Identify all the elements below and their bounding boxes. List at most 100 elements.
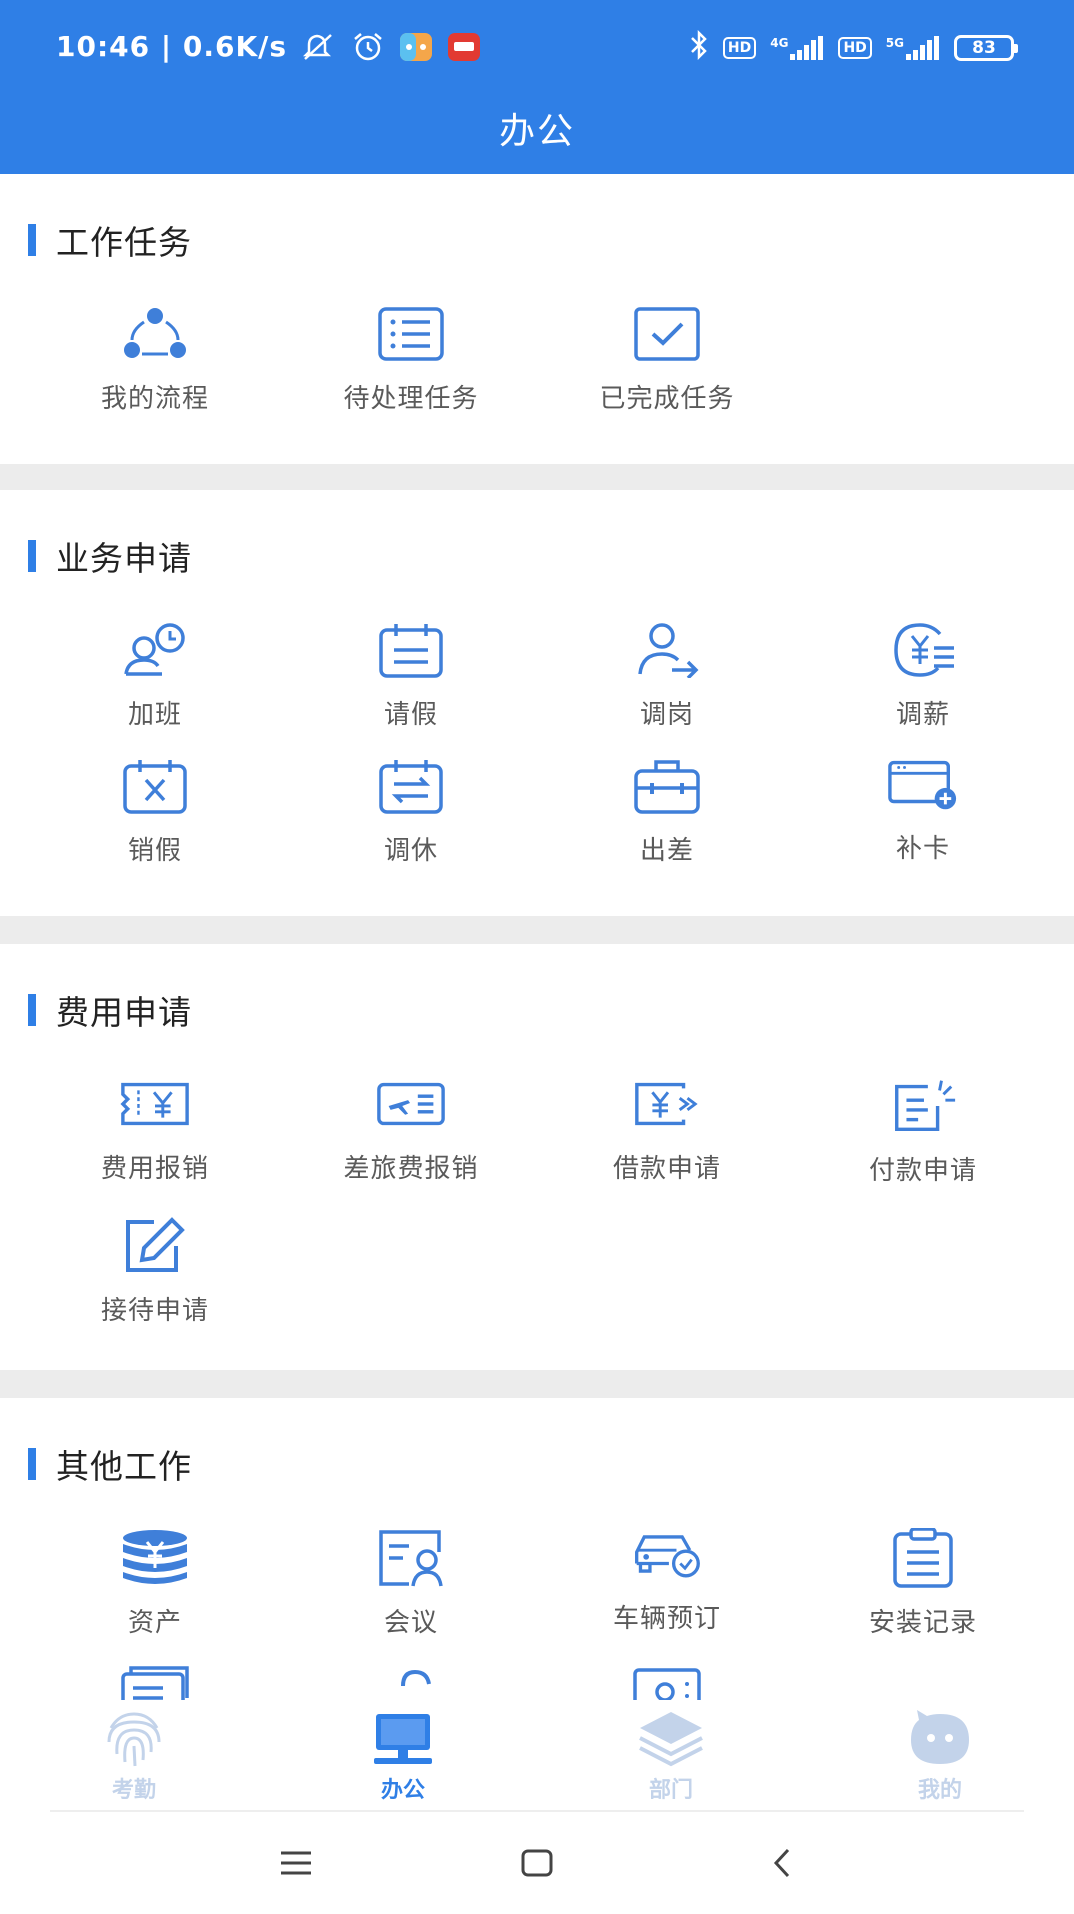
grid-item-travel-reimburse[interactable]: 差旅费报销 [283,1074,539,1185]
flight-ticket-icon [375,1074,447,1134]
grid-label: 调薪 [895,700,950,730]
section-expense: 费用申请 费用报销 差旅费报销 借款申请 付款申请 接待申请 [0,944,1074,1370]
clipboard-icon [887,1528,959,1588]
grid-item-salary[interactable]: 调薪 [795,620,1051,731]
grid-item-vehicle-booking[interactable]: 车辆预订 [539,1524,795,1635]
battery-icon: 83 [954,35,1018,61]
tab-label: 考勤 [111,1778,156,1803]
section-accent-bar [28,540,36,572]
bluetooth-icon [689,29,709,66]
calendar-cancel-icon [119,756,191,816]
network-type: 4G [770,36,789,50]
grid-label: 会议 [383,1608,438,1638]
section-title: 工作任务 [56,223,192,262]
section-accent-bar [28,224,36,256]
section-title: 业务申请 [56,539,192,578]
workflow-icon [119,304,191,364]
status-bar: 10:46 | 0.6K/s HD 4G HD 5G 83 [0,0,1074,98]
tab-office[interactable]: 办公 [313,1708,493,1804]
grid-label: 已完成任务 [599,384,735,414]
grid-label: 资产 [127,1608,182,1638]
grid-item-my-workflow[interactable]: 我的流程 [27,304,283,415]
grid-label: 待处理任务 [343,384,479,414]
page-title: 办公 [498,111,575,152]
car-icon [631,1524,703,1584]
tab-department[interactable]: 部门 [581,1708,761,1804]
menu-icon[interactable] [266,1840,326,1886]
receipt-icon [119,1074,191,1134]
section-title: 其他工作 [56,1447,192,1486]
section-business: 业务申请 加班 请假 调岗 调薪 销假 调休 出差 补卡 [0,490,1074,916]
hd-badge-2: HD [838,37,872,59]
signal-5g: 5G [886,36,940,60]
grid-item-leave[interactable]: 请假 [283,620,539,731]
calendar-icon [375,620,447,680]
calendar-swap-icon [375,756,447,816]
grid-label: 加班 [127,700,182,730]
grid-label: 销假 [127,836,182,866]
grid-item-clock-in-fix[interactable]: 补卡 [795,754,1051,865]
grid-item-business-trip[interactable]: 出差 [539,756,795,867]
grid-item-transfer[interactable]: 调岗 [539,620,795,731]
back-icon[interactable] [752,1840,812,1886]
network-type-2: 5G [885,36,904,50]
fingerprint-icon [107,1712,161,1767]
grid-label: 借款申请 [612,1154,721,1184]
grid-label: 差旅费报销 [343,1154,479,1184]
section-accent-bar [28,994,36,1026]
grid-item-overtime[interactable]: 加班 [27,620,283,731]
grid-item-completed-tasks[interactable]: 已完成任务 [539,304,795,415]
grid-label: 调休 [383,836,438,866]
grid-label: 调岗 [639,700,694,730]
grid-item-cancel-leave[interactable]: 销假 [27,756,283,867]
partial-item-icon[interactable] [375,1664,449,1700]
game-app-icon [399,32,433,62]
signal-4g: 4G [770,36,824,60]
edit-icon [119,1216,191,1276]
signal-icon [790,36,824,60]
grid-item-payment[interactable]: 付款申请 [795,1076,1051,1187]
grid-item-install-records[interactable]: 安装记录 [795,1528,1051,1639]
grid-label: 付款申请 [868,1156,977,1186]
grid-item-meeting[interactable]: 会议 [283,1528,539,1639]
alarm-icon [351,32,385,62]
smiley-icon [911,1710,969,1764]
checkbox-icon [631,304,703,364]
system-nav-bar [0,1812,1074,1914]
grid-label: 补卡 [895,834,950,864]
tab-mine[interactable]: 我的 [850,1708,1030,1804]
partial-item-icon[interactable] [631,1664,705,1700]
grid-label: 出差 [639,836,694,866]
grid-label: 我的流程 [100,384,209,414]
grid-item-reception[interactable]: 接待申请 [27,1216,283,1327]
grid-label: 接待申请 [100,1296,209,1326]
tab-label: 我的 [917,1778,962,1803]
partial-item-icon[interactable] [117,1664,191,1700]
section-other-work: 其他工作 资产 会议 车辆预订 安装记录 [0,1398,1074,1700]
signal-icon-2 [906,36,939,60]
section-title: 费用申请 [56,993,192,1032]
grid-label: 请假 [383,700,438,730]
app-header: 办公 [0,98,1074,174]
tab-label: 办公 [380,1778,425,1803]
grid-item-expense-reimburse[interactable]: 费用报销 [27,1074,283,1185]
briefcase-icon [631,756,703,816]
user-transfer-icon [631,620,703,680]
tab-label: 部门 [648,1778,693,1803]
grid-item-loan[interactable]: 借款申请 [539,1074,795,1185]
layers-icon [639,1712,703,1767]
grid-item-pending-tasks[interactable]: 待处理任务 [283,304,539,415]
home-icon[interactable] [507,1840,567,1886]
payment-doc-icon [887,1076,959,1136]
section-accent-bar [28,1448,36,1480]
list-icon [375,304,447,364]
grid-label: 安装记录 [868,1608,977,1638]
mute-icon [301,32,337,62]
grid-item-assets[interactable]: 资产 [27,1528,283,1639]
coins-icon [119,1528,191,1588]
card-add-icon [887,754,959,814]
meeting-icon [375,1528,447,1588]
tab-attendance[interactable]: 考勤 [44,1708,224,1804]
grid-item-compensatory-leave[interactable]: 调休 [283,756,539,867]
overtime-icon [119,620,191,680]
